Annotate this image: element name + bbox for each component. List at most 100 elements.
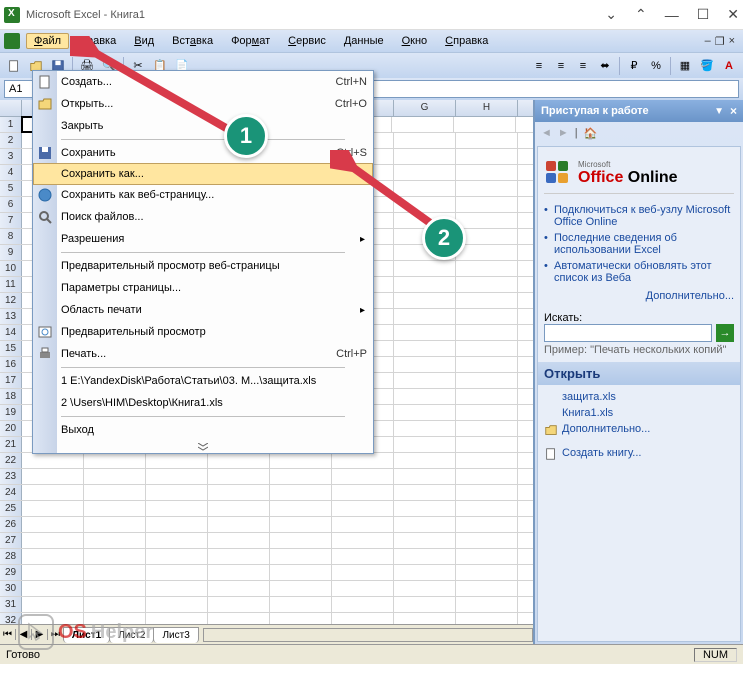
cell[interactable]: [84, 501, 146, 516]
cell[interactable]: [146, 453, 208, 468]
row-header[interactable]: 16: [0, 357, 22, 372]
cell[interactable]: [394, 581, 456, 596]
cell[interactable]: [394, 597, 456, 612]
back-icon[interactable]: ◄: [541, 127, 552, 139]
row-header[interactable]: 8: [0, 229, 22, 244]
menu-insert[interactable]: Вставка: [164, 33, 221, 49]
align-left-button[interactable]: ≡: [529, 56, 549, 76]
task-pane-link[interactable]: Подключиться к веб-узлу Microsoft Office…: [544, 202, 734, 230]
cell[interactable]: [208, 565, 270, 580]
chevron-down-icon[interactable]: ⌄: [605, 6, 617, 23]
cell[interactable]: [84, 581, 146, 596]
cell[interactable]: [208, 597, 270, 612]
cell[interactable]: [84, 485, 146, 500]
row-header[interactable]: 19: [0, 405, 22, 420]
cell[interactable]: [456, 373, 518, 388]
cell[interactable]: [456, 565, 518, 580]
cell[interactable]: [394, 325, 456, 340]
cell[interactable]: [22, 581, 84, 596]
minimize-icon[interactable]: —: [665, 7, 679, 23]
cell[interactable]: [394, 165, 456, 180]
task-pane-link[interactable]: Последние сведения об использовании Exce…: [544, 230, 734, 258]
search-input[interactable]: [544, 324, 712, 342]
menu-item[interactable]: Область печати: [33, 299, 373, 321]
menu-item[interactable]: Предварительный просмотр: [33, 321, 373, 343]
cell[interactable]: [394, 341, 456, 356]
cell[interactable]: [208, 517, 270, 532]
cell[interactable]: [208, 581, 270, 596]
cell[interactable]: [456, 469, 518, 484]
row-header[interactable]: 30: [0, 581, 22, 596]
cell[interactable]: [456, 181, 518, 196]
cell[interactable]: [22, 533, 84, 548]
cell[interactable]: [146, 549, 208, 564]
cell[interactable]: [456, 549, 518, 564]
cell[interactable]: [394, 501, 456, 516]
row-header[interactable]: 15: [0, 341, 22, 356]
column-header[interactable]: H: [456, 100, 518, 116]
cell[interactable]: [394, 373, 456, 388]
cell[interactable]: [394, 533, 456, 548]
home-icon[interactable]: 🏠: [584, 127, 598, 140]
row-header[interactable]: 6: [0, 197, 22, 212]
cell[interactable]: [456, 293, 518, 308]
cell[interactable]: [394, 149, 456, 164]
cell[interactable]: [394, 405, 456, 420]
menu-file[interactable]: Файл: [26, 33, 69, 49]
close-icon[interactable]: ✕: [727, 6, 739, 23]
cell[interactable]: [270, 597, 332, 612]
chevron-up-icon[interactable]: ⌃: [635, 6, 647, 23]
cell[interactable]: [456, 581, 518, 596]
cell[interactable]: [146, 533, 208, 548]
cell[interactable]: [22, 453, 84, 468]
cell[interactable]: [456, 533, 518, 548]
cell[interactable]: [84, 453, 146, 468]
cell[interactable]: [22, 469, 84, 484]
cell[interactable]: [456, 197, 518, 212]
cell[interactable]: [22, 501, 84, 516]
cell[interactable]: [332, 469, 394, 484]
cell[interactable]: [208, 485, 270, 500]
menu-item[interactable]: 2 \Users\HIM\Desktop\Книга1.xls: [33, 392, 373, 414]
cell[interactable]: [84, 565, 146, 580]
menu-edit[interactable]: Правка: [71, 33, 124, 49]
tab-first-icon[interactable]: ⏮: [0, 629, 16, 640]
sheet-tab-1[interactable]: Лист1: [63, 627, 110, 643]
menu-item[interactable]: Сохранить как веб-страницу...: [33, 184, 373, 206]
menu-view[interactable]: Вид: [126, 33, 162, 49]
cell[interactable]: [22, 597, 84, 612]
cell[interactable]: [456, 437, 518, 452]
cell[interactable]: [22, 485, 84, 500]
cell[interactable]: [456, 277, 518, 292]
cell[interactable]: [84, 549, 146, 564]
cell[interactable]: [332, 565, 394, 580]
menu-item[interactable]: СохранитьCtrl+S: [33, 142, 373, 164]
cell[interactable]: [394, 197, 456, 212]
row-header[interactable]: 25: [0, 501, 22, 516]
cell[interactable]: [394, 133, 456, 148]
cell[interactable]: [332, 453, 394, 468]
column-header[interactable]: G: [394, 100, 456, 116]
row-header[interactable]: 22: [0, 453, 22, 468]
task-pane-link[interactable]: Автоматически обновлять этот список из В…: [544, 258, 734, 286]
cell[interactable]: [394, 421, 456, 436]
cell[interactable]: [392, 117, 454, 132]
menu-item[interactable]: Печать...Ctrl+P: [33, 343, 373, 365]
menu-item[interactable]: Сохранить как...: [33, 163, 373, 185]
cell[interactable]: [84, 533, 146, 548]
row-header[interactable]: 1: [0, 117, 22, 132]
percent-button[interactable]: %: [646, 56, 666, 76]
border-button[interactable]: ▦: [675, 56, 695, 76]
cell[interactable]: [84, 517, 146, 532]
menu-item[interactable]: Предварительный просмотр веб-страницы: [33, 255, 373, 277]
task-pane-dropdown-icon[interactable]: ▼: [714, 106, 724, 117]
cell[interactable]: [456, 485, 518, 500]
cell[interactable]: [394, 293, 456, 308]
cell[interactable]: [332, 533, 394, 548]
cell[interactable]: [270, 565, 332, 580]
row-header[interactable]: 3: [0, 149, 22, 164]
recent-file-link[interactable]: защита.xls: [544, 389, 734, 405]
cell[interactable]: [270, 469, 332, 484]
row-header[interactable]: 12: [0, 293, 22, 308]
cell[interactable]: [208, 453, 270, 468]
